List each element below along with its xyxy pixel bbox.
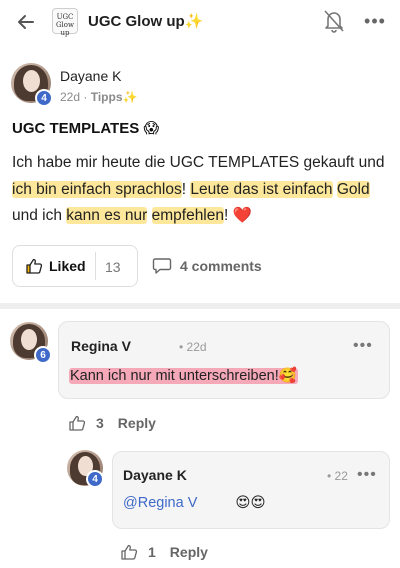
- like-label: Liked: [49, 258, 86, 274]
- thumbs-up-icon[interactable]: [120, 543, 138, 561]
- thumbs-up-icon: [26, 258, 43, 274]
- comment-like-count: 3: [96, 415, 104, 431]
- comment-text: @Regina V 😍😍: [123, 495, 266, 511]
- like-count[interactable]: 13: [105, 259, 121, 275]
- highlighted-text: Gold: [336, 180, 370, 198]
- comment-bubble: Dayane K • 22 ••• @Regina V 😍😍: [112, 451, 390, 529]
- comment-author[interactable]: Regina V: [71, 338, 131, 354]
- highlighted-text: empfehlen: [151, 207, 224, 224]
- level-badge: 6: [34, 346, 52, 364]
- group-logo[interactable]: UGC Glow up: [52, 8, 78, 37]
- more-icon[interactable]: •••: [357, 466, 377, 484]
- comments-count: 4 comments: [180, 258, 262, 274]
- like-button-group: Liked 13: [12, 245, 138, 287]
- top-bar: UGC Glow up UGC Glow up✨ •••: [0, 0, 400, 44]
- post-author[interactable]: Dayane K: [60, 68, 121, 84]
- group-title[interactable]: UGC Glow up✨: [88, 12, 203, 30]
- reply-button[interactable]: Reply: [170, 544, 208, 560]
- bell-off-icon[interactable]: [322, 8, 346, 34]
- more-icon[interactable]: •••: [353, 337, 373, 355]
- comment-actions: 3 Reply: [68, 414, 156, 432]
- post-body: Ich habe mir heute die UGC TEMPLATES gek…: [12, 150, 388, 230]
- divider: [95, 252, 96, 280]
- reply-button[interactable]: Reply: [118, 415, 156, 431]
- meta-dot: ·: [83, 90, 88, 104]
- comment-actions: 1 Reply: [120, 543, 208, 561]
- comment-text: Kann ich nur mit unterschreiben!🥰: [69, 367, 298, 384]
- highlighted-text: Leute das ist einfach: [190, 180, 333, 198]
- highlighted-text: ich bin einfach sprachlos: [12, 180, 182, 198]
- level-badge: 4: [35, 89, 53, 107]
- highlighted-text: Kann ich nur mit unterschreiben!🥰: [69, 368, 298, 384]
- comment-bubble: Regina V • 22d ••• Kann ich nur mit unte…: [58, 321, 390, 399]
- comments-button[interactable]: 4 comments: [152, 257, 262, 275]
- mention-link[interactable]: @Regina V: [123, 495, 197, 511]
- comment-icon: [152, 258, 172, 274]
- comment-like-count: 1: [148, 544, 156, 560]
- post-title: UGC TEMPLATES 😱: [12, 120, 160, 137]
- section-divider: [0, 303, 400, 309]
- thumbs-up-icon[interactable]: [68, 414, 86, 432]
- post-meta: 22d · Tipps✨: [60, 90, 137, 104]
- body-text: und ich: [12, 207, 67, 224]
- level-badge: 4: [86, 470, 104, 488]
- body-text: [147, 207, 151, 224]
- like-button[interactable]: Liked: [25, 257, 86, 275]
- body-text: ! ❤️: [224, 207, 252, 224]
- more-icon[interactable]: •••: [360, 8, 390, 34]
- comment-meta: • 22d: [179, 340, 207, 354]
- comment-meta: • 22: [327, 469, 348, 483]
- highlighted-text: kann es nur: [66, 207, 148, 224]
- post-tag[interactable]: Tipps✨: [91, 90, 138, 104]
- comment-emoji: 😍😍: [235, 495, 266, 511]
- post-age: 22d: [60, 90, 81, 104]
- body-text: Ich habe mir heute die UGC TEMPLATES gek…: [12, 154, 385, 171]
- comment-author[interactable]: Dayane K: [123, 467, 187, 483]
- back-arrow-icon[interactable]: [12, 8, 40, 36]
